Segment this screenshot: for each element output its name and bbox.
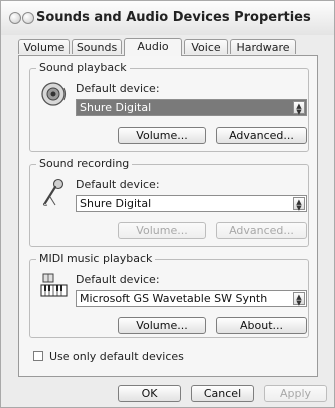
cancel-button[interactable]: Cancel: [191, 385, 254, 402]
recording-advanced-button[interactable]: Advanced...: [216, 222, 307, 239]
playback-device-select[interactable]: Shure Digital ▲ ▼: [76, 99, 307, 116]
recording-device-label: Default device:: [76, 178, 160, 191]
audio-tab-panel: Sound playback Default device: Shure Dig…: [18, 55, 318, 377]
tab-sounds[interactable]: Sounds: [72, 39, 122, 54]
close-window-icon[interactable]: [9, 12, 21, 24]
playback-advanced-button[interactable]: Advanced...: [216, 127, 307, 144]
use-only-default-label[interactable]: Use only default devices: [49, 350, 184, 363]
dropdown-arrow-icon[interactable]: ▲ ▼: [293, 197, 305, 211]
recording-volume-button[interactable]: Volume...: [118, 222, 206, 239]
midi-playback-title: MIDI music playback: [36, 252, 156, 265]
midi-device-label: Default device:: [76, 273, 160, 286]
midi-device-select[interactable]: Microsoft GS Wavetable SW Synth ▲ ▼: [76, 290, 307, 307]
speaker-icon: [41, 82, 67, 106]
use-only-default-checkbox[interactable]: [33, 351, 43, 361]
title-bar[interactable]: Sounds and Audio Devices Properties: [1, 1, 334, 35]
playback-volume-button[interactable]: Volume...: [118, 127, 206, 144]
recording-device-select[interactable]: Shure Digital ▲ ▼: [76, 195, 307, 212]
sound-recording-group: Sound recording Default device: Shure Di…: [29, 157, 309, 247]
midi-device-value: Microsoft GS Wavetable SW Synth: [80, 292, 268, 305]
dialog-window: Sounds and Audio Devices Properties Volu…: [0, 0, 335, 408]
microphone-icon: [42, 178, 64, 206]
window-title: Sounds and Audio Devices Properties: [36, 10, 311, 25]
tab-hardware[interactable]: Hardware: [230, 39, 296, 54]
dropdown-arrow-icon[interactable]: ▲ ▼: [293, 101, 305, 115]
recording-device-value: Shure Digital: [80, 197, 152, 210]
playback-device-label: Default device:: [76, 82, 160, 95]
ok-button[interactable]: OK: [118, 385, 181, 402]
midi-volume-button[interactable]: Volume...: [118, 317, 206, 334]
tab-volume[interactable]: Volume: [18, 39, 70, 54]
playback-device-value: Shure Digital: [80, 101, 152, 114]
dropdown-arrow-icon[interactable]: ▲ ▼: [293, 292, 305, 306]
tab-audio[interactable]: Audio: [124, 38, 182, 56]
tab-voice[interactable]: Voice: [184, 39, 228, 54]
midi-about-button[interactable]: About...: [216, 317, 307, 334]
midi-keyboard-icon: [40, 273, 68, 297]
apply-button[interactable]: Apply: [264, 385, 327, 402]
midi-playback-group: MIDI music playback Default device: Micr…: [29, 252, 309, 338]
minimize-window-icon[interactable]: [22, 12, 34, 24]
sound-playback-title: Sound playback: [36, 61, 130, 74]
sound-recording-title: Sound recording: [36, 157, 133, 170]
sound-playback-group: Sound playback Default device: Shure Dig…: [29, 61, 309, 152]
